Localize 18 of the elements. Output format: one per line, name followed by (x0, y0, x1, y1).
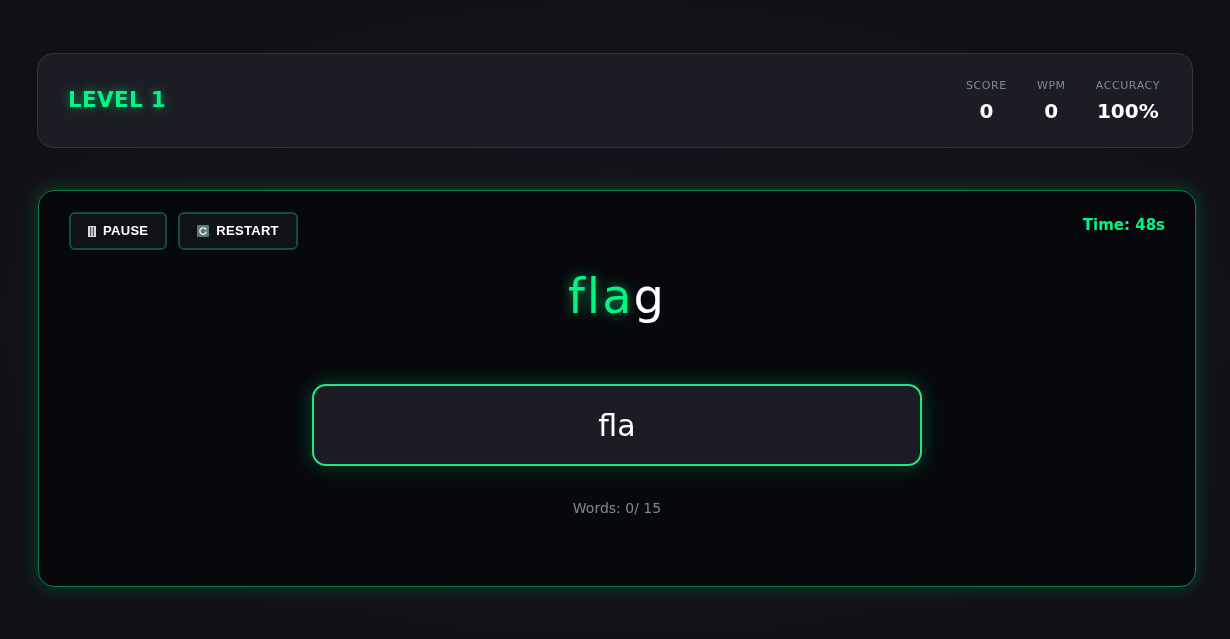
restart-button[interactable]: RESTART (178, 212, 298, 250)
word-letter: g (633, 267, 667, 326)
level-title: LEVEL 1 (68, 86, 166, 115)
stat-value: 0 (1044, 98, 1059, 123)
stat-label: WPM (1036, 78, 1066, 93)
pause-icon (88, 225, 96, 237)
word-letter: l (586, 267, 603, 326)
timer-text: Time: 48s (1082, 215, 1165, 236)
stat-label: ACCURACY (1095, 78, 1160, 93)
typing-input[interactable]: fla (312, 384, 922, 466)
stat-label: SCORE (966, 78, 1007, 93)
circular-arrow-icon (197, 225, 210, 237)
pause-button[interactable]: PAUSE (69, 212, 168, 250)
stat-value: 0 (979, 98, 994, 123)
stat-value: 100% (1096, 98, 1159, 123)
word-letter: a (602, 267, 634, 326)
word-letter: f (567, 267, 587, 326)
words-progress-text: Words: 0/ 15 (572, 499, 662, 518)
